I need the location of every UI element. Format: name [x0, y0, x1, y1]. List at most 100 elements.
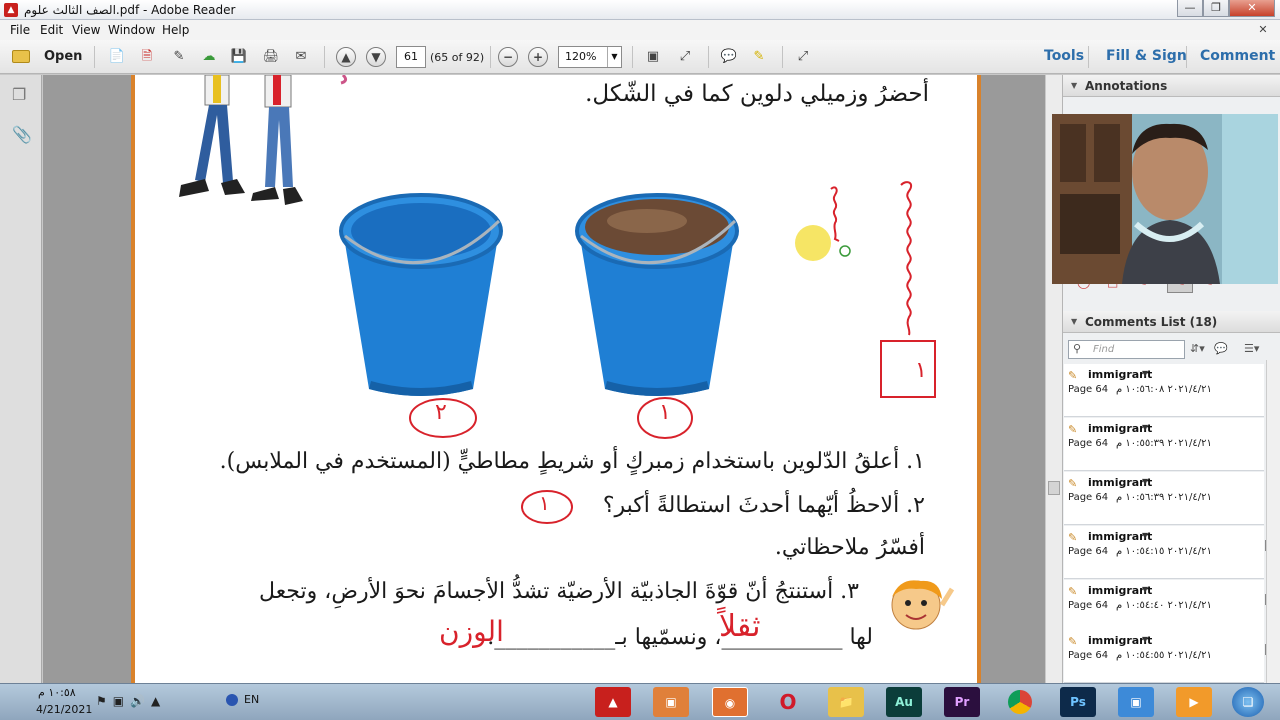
bullet-prepare-buckets: أحضرُ وزميلي دلوين كما في الشّكل.	[585, 81, 929, 107]
handwritten-answer-weight-2: الوزن	[439, 615, 504, 648]
chevron-down-icon[interactable]: ▼	[1142, 635, 1148, 644]
menu-file[interactable]: File	[10, 23, 30, 37]
fill-sign-button[interactable]: Fill & Sign	[1106, 48, 1187, 64]
chevron-down-icon[interactable]: ▼	[1142, 477, 1148, 486]
pencil-icon: ✎	[1068, 635, 1078, 648]
comment-item[interactable]: ✎ immigrant ▼ Page 64 ٢٠٢١/٤/٢١ ١٠:٥٤:٤٠…	[1064, 580, 1276, 633]
annotations-header[interactable]: ▼ Annotations	[1063, 75, 1280, 97]
options-icon[interactable]: ☰▾	[1244, 342, 1268, 358]
chevron-down-icon[interactable]: ▼	[1142, 585, 1148, 594]
save-icon[interactable]: 💾	[228, 47, 250, 67]
full-screen-icon[interactable]: ⤢	[792, 47, 814, 67]
comments-list-header[interactable]: ▼ Comments List (18)	[1063, 311, 1280, 333]
screenshot-taskbar-icon[interactable]: ▣	[653, 687, 689, 717]
maximize-button[interactable]: ❐	[1203, 0, 1229, 17]
taskbar: ⚑▣🔊▲ EN ▲ ▣ ◉ O 📁 Au Pr Ps ▣ ▶ ❏	[0, 683, 1280, 720]
menu-help[interactable]: Help	[162, 23, 189, 37]
tray-icons[interactable]: ⚑▣🔊▲	[96, 694, 216, 710]
page-count-label: (65 of 92)	[430, 51, 485, 64]
file-explorer-taskbar-icon[interactable]: 📁	[828, 687, 864, 717]
pencil-icon: ✎	[1068, 531, 1078, 544]
sort-icon[interactable]: ⇵▾	[1190, 342, 1214, 358]
fit-width-icon[interactable]: ⤢	[674, 47, 696, 67]
convert-pdf-icon[interactable]: 🗎	[136, 47, 158, 67]
zoom-out-icon[interactable]: −	[498, 47, 518, 67]
bucket1-label: ١	[659, 400, 671, 425]
photoshop-taskbar-icon[interactable]: Ps	[1060, 687, 1096, 717]
cursor-highlight	[795, 225, 831, 261]
step1-text: ١. أعلقُ الدّلوين باستخدام زمبركٍ أو شري…	[219, 449, 925, 474]
spring-box-label: ١	[915, 358, 927, 383]
filter-comments-icon[interactable]: 💬	[1214, 342, 1238, 358]
highlight-icon[interactable]: ✎	[748, 47, 770, 67]
step2-text: ٢. ألاحظُ أيّهما أحدثَ استطالةً أكبر؟	[602, 493, 925, 518]
premiere-taskbar-icon[interactable]: Pr	[944, 687, 980, 717]
document-area[interactable]: أحضرُ وزميلي دلوين كما في الشّكل. ٢ ١ ١ …	[43, 75, 1045, 683]
bucket-number-circles	[409, 397, 693, 439]
close-doc-icon[interactable]: ✕	[1256, 23, 1270, 37]
start-button[interactable]: ❏	[1232, 687, 1264, 717]
page-thumbnails-icon[interactable]: ❐	[12, 85, 30, 105]
edit-pdf-icon[interactable]: ✎	[168, 47, 190, 67]
attachments-icon[interactable]: 📎	[12, 125, 32, 145]
open-button[interactable]: Open	[8, 46, 82, 68]
opera-taskbar-icon[interactable]: O	[770, 687, 806, 717]
close-button[interactable]: ✕	[1229, 0, 1275, 17]
pencil-icon: ✎	[1068, 369, 1078, 382]
comment-item[interactable]: ✎ immigrant ▼ Page 64 ٢٠٢١/٤/٢١ ١٠:٥٦:٠٨…	[1064, 364, 1264, 417]
adobe-reader-icon: ▲	[4, 3, 18, 17]
email-icon[interactable]: ✉	[290, 47, 312, 67]
folder-icon	[12, 50, 30, 63]
language-indicator[interactable]: EN	[244, 693, 259, 706]
minimize-button[interactable]: —	[1177, 0, 1203, 17]
menu-window[interactable]: Window	[108, 23, 155, 37]
chrome-taskbar-icon[interactable]	[1002, 687, 1038, 717]
chevron-down-icon[interactable]: ▼	[1142, 531, 1148, 540]
soil-bucket-image	[575, 193, 739, 396]
comment-button[interactable]: Comment	[1200, 48, 1275, 64]
clock-date[interactable]: 4/21/2021	[36, 703, 92, 716]
clock-time[interactable]: ١٠:٥٨ م	[38, 686, 76, 699]
comment-item[interactable]: ✎ immigrant ▼ Page 64 ٢٠٢١/٤/٢١ ١٠:٥٤:٥٥…	[1064, 630, 1276, 683]
next-page-icon[interactable]: ▼	[366, 47, 386, 67]
media-player-taskbar-icon[interactable]: ▶	[1176, 687, 1212, 717]
pdf-page: أحضرُ وزميلي دلوين كما في الشّكل. ٢ ١ ١ …	[131, 75, 981, 683]
student-face-illustration	[891, 580, 955, 630]
recorder-taskbar-icon[interactable]: ◉	[712, 687, 748, 717]
page-number-input[interactable]: 61	[396, 46, 426, 68]
chevron-down-icon[interactable]: ▼	[1142, 423, 1148, 432]
sticky-note-icon[interactable]: 💬	[718, 47, 740, 67]
adobe-reader-taskbar-icon[interactable]: ▲	[595, 687, 631, 717]
upload-cloud-icon[interactable]: ☁	[198, 47, 220, 67]
window-title: الصف الثالث علوم.pdf - Adobe Reader	[24, 3, 236, 17]
image-viewer-taskbar-icon[interactable]: ▣	[1118, 687, 1154, 717]
comments-scrollbar[interactable]	[1266, 360, 1280, 683]
handwritten-answer-weight-1: ثقلاً	[719, 609, 761, 644]
menu-edit[interactable]: Edit	[40, 23, 63, 37]
scrollbar-thumb[interactable]	[1048, 481, 1060, 495]
create-pdf-icon[interactable]: 📄	[106, 47, 128, 67]
navigation-pane: ❐ 📎	[0, 75, 42, 683]
search-icon: ⚲	[1073, 342, 1082, 355]
zoom-select[interactable]: 120% ▼	[558, 46, 622, 68]
collapse-triangle-icon: ▼	[1071, 81, 1078, 90]
comment-item[interactable]: ✎ immigrant ▼ Page 64 ٢٠٢١/٤/٢١ ١٠:٥٥:٣٩…	[1064, 418, 1264, 471]
comments-search-input[interactable]: Find	[1068, 340, 1185, 359]
collapse-triangle-icon: ▼	[1071, 317, 1078, 326]
fit-page-icon[interactable]: ▣	[642, 47, 664, 67]
previous-page-icon[interactable]: ▲	[336, 47, 356, 67]
comment-item[interactable]: ✎ immigrant ▼ Page 64 ٢٠٢١/٤/٢١ ١٠:٥٤:١٥…	[1064, 526, 1276, 579]
chevron-down-icon[interactable]: ▼	[1142, 369, 1148, 378]
audition-taskbar-icon[interactable]: Au	[886, 687, 922, 717]
comment-item[interactable]: ✎ immigrant ▼ Page 64 ٢٠٢١/٤/٢١ ١٠:٥٦:٣٩…	[1064, 472, 1264, 525]
pencil-icon: ✎	[1068, 585, 1078, 598]
tools-button[interactable]: Tools	[1044, 48, 1084, 64]
title-bar: ▲ الصف الثالث علوم.pdf - Adobe Reader — …	[0, 0, 1280, 20]
step3-blank-line: لها ___________، ونسمّيها بـ___________.	[487, 625, 873, 650]
zoom-in-icon[interactable]: +	[528, 47, 548, 67]
chevron-down-icon: ▼	[607, 47, 621, 67]
print-icon[interactable]: 🖨	[260, 47, 282, 67]
menu-view[interactable]: View	[72, 23, 100, 37]
bullet-explain: أفسّرُ ملاحظاتي.	[774, 535, 925, 560]
step3-text: ٣. أستنتجُ أنّ قوّةَ الجاذبيّة الأرضيّة …	[259, 579, 859, 604]
